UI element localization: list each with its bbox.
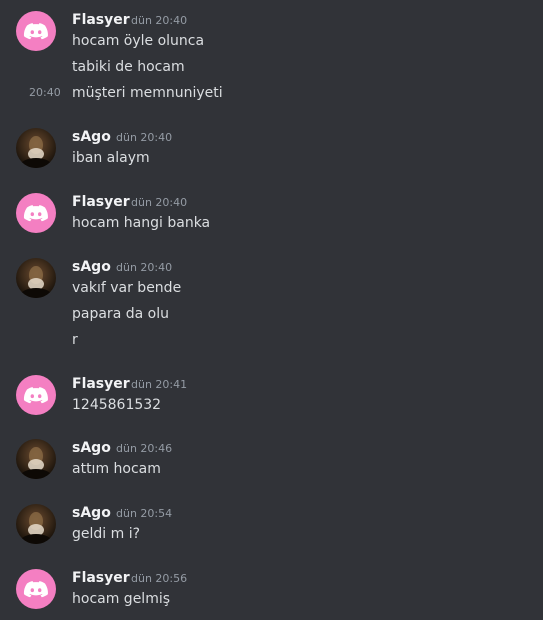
message-text: iban alaym bbox=[72, 150, 150, 166]
author-name[interactable]: sAgo bbox=[72, 128, 111, 146]
message-text: vakıf var bende bbox=[72, 280, 182, 296]
galileo-avatar-icon[interactable] bbox=[16, 128, 56, 168]
author-name[interactable]: Flasyer bbox=[72, 193, 130, 211]
timestamp: dün 20:41 bbox=[131, 378, 188, 391]
message-text: r bbox=[72, 332, 78, 348]
discord-avatar-icon[interactable] bbox=[16, 375, 56, 415]
message-text: hocam hangi banka bbox=[72, 215, 211, 231]
author-name[interactable]: sAgo bbox=[72, 258, 111, 276]
author-name[interactable]: sAgo bbox=[72, 504, 111, 522]
galileo-avatar-icon[interactable] bbox=[16, 504, 56, 544]
message-text: müşteri memnuniyeti bbox=[72, 85, 223, 101]
author-name[interactable]: Flasyer bbox=[72, 11, 130, 29]
timestamp: dün 20:56 bbox=[131, 572, 188, 585]
timestamp: dün 20:46 bbox=[116, 442, 173, 455]
discord-avatar-icon[interactable] bbox=[16, 11, 56, 51]
timestamp: dün 20:40 bbox=[116, 261, 173, 274]
author-name[interactable]: Flasyer bbox=[72, 375, 130, 393]
message-text: tabiki de hocam bbox=[72, 59, 185, 75]
timestamp: dün 20:54 bbox=[116, 507, 173, 520]
message-text: geldi m i? bbox=[72, 526, 141, 542]
message-text: 1245861532 bbox=[72, 397, 162, 413]
message-text: hocam gelmiş bbox=[72, 591, 171, 607]
message-text: papara da olu bbox=[72, 306, 169, 322]
message-text: hocam öyle olunca bbox=[72, 33, 205, 49]
timestamp: dün 20:40 bbox=[131, 14, 188, 27]
galileo-avatar-icon[interactable] bbox=[16, 258, 56, 298]
galileo-avatar-icon[interactable] bbox=[16, 439, 56, 479]
timestamp: dün 20:40 bbox=[116, 131, 173, 144]
hover-timestamp: 20:40 bbox=[29, 86, 61, 99]
message-text: attım hocam bbox=[72, 461, 161, 477]
discord-avatar-icon[interactable] bbox=[16, 193, 56, 233]
discord-avatar-icon[interactable] bbox=[16, 569, 56, 609]
author-name[interactable]: Flasyer bbox=[72, 569, 130, 587]
author-name[interactable]: sAgo bbox=[72, 439, 111, 457]
timestamp: dün 20:40 bbox=[131, 196, 188, 209]
